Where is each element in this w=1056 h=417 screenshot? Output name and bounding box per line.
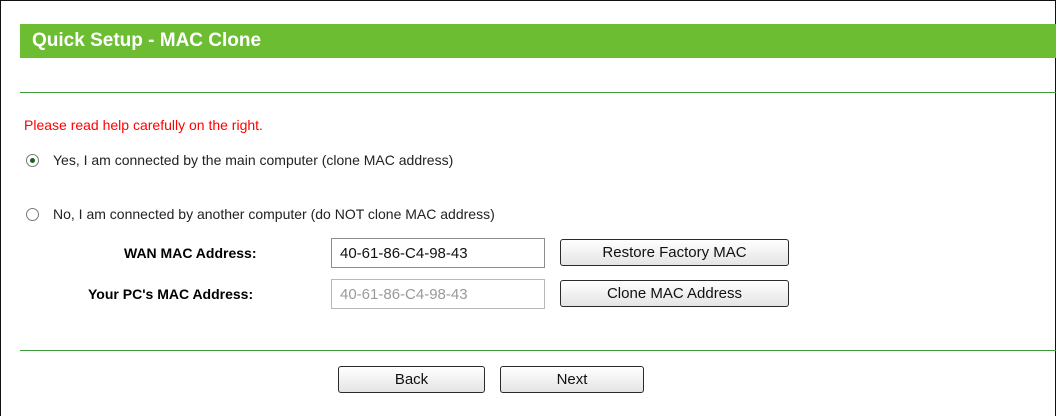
wan-mac-label: WAN MAC Address: [124, 245, 257, 261]
no-clone-radio[interactable] [26, 207, 39, 221]
top-divider [20, 92, 1056, 93]
clone-radio-label: Yes, I am connected by the main computer… [53, 152, 454, 168]
restore-factory-mac-button[interactable]: Restore Factory MAC [560, 239, 789, 266]
title-bar: Quick Setup - MAC Clone [20, 24, 1056, 58]
help-hint: Please read help carefully on the right. [24, 117, 263, 133]
bottom-divider [20, 350, 1056, 351]
clone-mac-address-button[interactable]: Clone MAC Address [560, 280, 789, 307]
back-button[interactable]: Back [338, 366, 485, 393]
wan-mac-input[interactable] [331, 238, 545, 268]
clone-radio[interactable] [26, 153, 39, 167]
clone-option-row[interactable]: Yes, I am connected by the main computer… [26, 152, 453, 168]
pc-mac-label: Your PC's MAC Address: [88, 286, 254, 302]
pc-mac-input [331, 279, 545, 309]
page-title: Quick Setup - MAC Clone [32, 30, 262, 51]
no-clone-radio-label: No, I am connected by another computer (… [53, 206, 495, 222]
next-button[interactable]: Next [500, 366, 644, 393]
no-clone-option-row[interactable]: No, I am connected by another computer (… [26, 206, 495, 222]
